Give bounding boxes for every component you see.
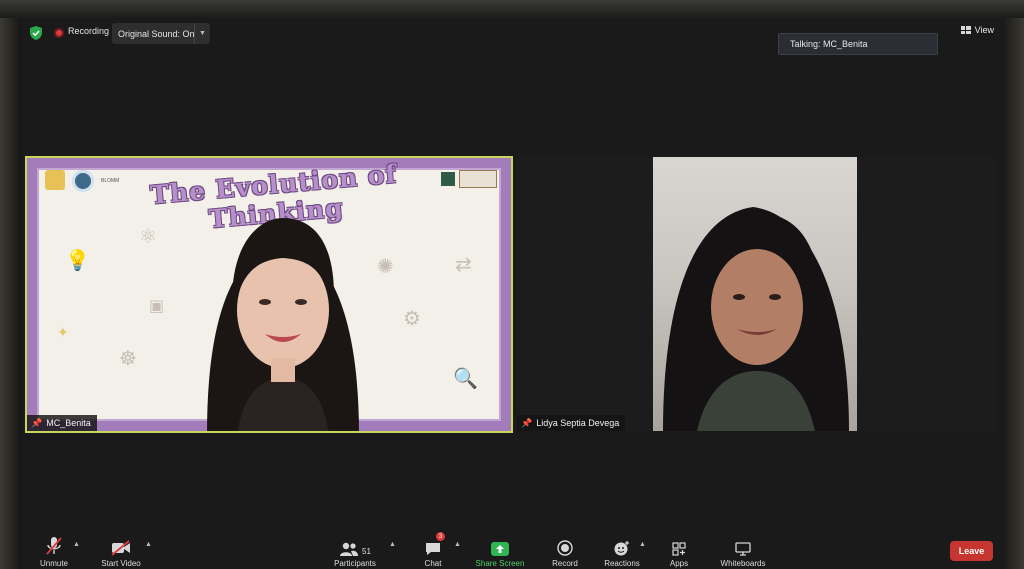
recording-label: Recording <box>68 26 110 36</box>
university-logo-icon <box>459 170 497 188</box>
background-top <box>0 0 1024 18</box>
unmute-label: Unmute <box>39 559 68 568</box>
brain-doodle-icon: ☸ <box>119 348 137 370</box>
record-icon <box>557 540 573 556</box>
pin-icon[interactable]: 📌 <box>521 418 532 429</box>
signpost-doodle-icon: ⇄ <box>455 254 472 276</box>
magnifier-doodle-icon: 🔍 <box>453 368 478 390</box>
name-tag-mc-benita: 📌 MC_Benita <box>27 415 97 431</box>
share-screen-icon <box>491 542 509 556</box>
participant-silhouette <box>663 207 849 431</box>
participants-count: 51 <box>362 547 371 556</box>
start-video-label: Start Video <box>101 559 141 568</box>
record-label: Record <box>552 559 578 568</box>
video-off-icon <box>111 540 130 556</box>
audio-options-chevron-up-icon[interactable]: ▲ <box>73 541 80 548</box>
chat-bubble-icon <box>426 543 440 555</box>
participants-label: Participants <box>334 559 376 568</box>
recording-dot-icon <box>54 28 64 38</box>
background-right <box>1000 18 1024 569</box>
original-sound-button[interactable]: Original Sound: On ▼ <box>112 23 210 44</box>
video-tile-lidya-septia-devega[interactable]: 📌 Lidya Septia Devega <box>517 157 997 431</box>
participant-video-lidya <box>653 157 857 431</box>
whiteboards-label: Whiteboards <box>720 559 766 568</box>
chevron-down-icon[interactable]: ▼ <box>194 23 210 44</box>
share-screen-button[interactable]: Share Screen <box>465 526 535 568</box>
chat-unread-badge: 3 <box>436 532 445 541</box>
whiteboard-icon <box>735 542 751 556</box>
reactions-label: Reactions <box>604 559 640 568</box>
zoom-meeting-window: Recording Original Sound: On ▼ View Talk… <box>22 18 1002 569</box>
chat-chevron-up-icon[interactable]: ▲ <box>454 541 461 548</box>
original-sound-label: Original Sound: On <box>118 28 195 39</box>
participant-video-mc-benita <box>207 218 359 431</box>
view-button[interactable]: View <box>960 25 994 35</box>
box-doodle-icon: ▣ <box>149 298 165 315</box>
sparkle-doodle-icon: ✦ <box>57 324 69 340</box>
name-tag-lidya: 📌 Lidya Septia Devega <box>517 415 626 431</box>
participants-button[interactable]: 51 Participants <box>320 526 390 568</box>
whiteboards-button[interactable]: Whiteboards <box>708 526 778 568</box>
talking-indicator: Talking: MC_Benita <box>778 33 938 55</box>
lightbulb-doodle-icon: 💡 <box>65 250 90 272</box>
security-shield-icon[interactable] <box>30 26 42 40</box>
participants-chevron-up-icon[interactable]: ▲ <box>389 541 396 548</box>
leave-button[interactable]: Leave <box>950 541 993 561</box>
chat-label: Chat <box>424 559 442 568</box>
reactions-smiley-icon <box>614 541 629 556</box>
video-options-chevron-up-icon[interactable]: ▲ <box>145 541 152 548</box>
participant-name: Lidya Septia Devega <box>536 418 620 428</box>
muted-mic-icon <box>46 537 62 555</box>
apps-label: Apps <box>669 559 689 568</box>
background-left <box>0 18 22 569</box>
view-label: View <box>974 25 994 35</box>
apps-icon <box>672 542 686 556</box>
video-tile-mc-benita[interactable]: BLOMM The Evolution of Thinking ⚛ 💡 ☸ ✺ … <box>25 156 513 433</box>
participants-icon <box>340 542 359 556</box>
gears-doodle-icon: ⚙ <box>403 308 421 330</box>
meeting-toolbar: Unmute ▲ Start Video ▲ 51 Participants ▲… <box>22 526 1002 569</box>
pin-icon[interactable]: 📌 <box>31 418 42 429</box>
lightbulb-logo-icon <box>45 170 65 190</box>
participant-name: MC_Benita <box>46 418 91 428</box>
atom-doodle-icon: ⚛ <box>139 226 157 248</box>
apps-button[interactable]: Apps <box>644 526 714 568</box>
grid-view-icon <box>960 26 971 34</box>
share-screen-label: Share Screen <box>475 559 525 568</box>
